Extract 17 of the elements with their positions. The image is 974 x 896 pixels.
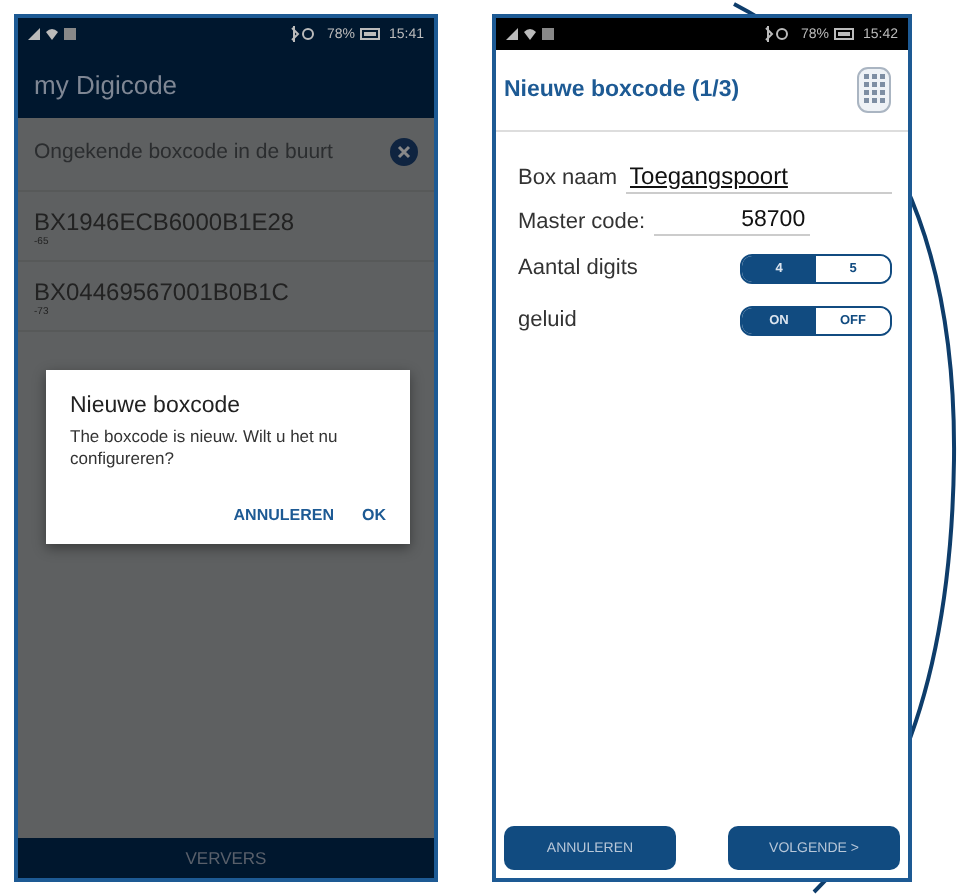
dialog-message: The boxcode is nieuw. Wilt u het nu configureren?: [70, 426, 340, 471]
screen-title: Nieuwe boxcode (1/3): [504, 78, 740, 102]
option-label: Aantal digits: [518, 256, 638, 280]
signal-wifi-icon: [506, 26, 558, 42]
dialog-button[interactable]: OK: [362, 506, 386, 525]
dialog-button[interactable]: ANNULEREN: [233, 506, 334, 525]
app-title: my Digicode: [34, 69, 178, 99]
input-field[interactable]: 58700: [653, 206, 810, 236]
battery-icon: [360, 28, 383, 40]
option-label: geluid: [518, 308, 577, 332]
field-label: Master code:: [518, 209, 646, 233]
battery-icon: [834, 28, 857, 40]
close-icon[interactable]: [390, 138, 418, 166]
signal-wifi-icon: [28, 26, 80, 42]
keypad-icon: [856, 66, 892, 114]
field-label: Box naam: [518, 165, 618, 189]
dialog-title: Nieuwe boxcode: [70, 394, 243, 418]
